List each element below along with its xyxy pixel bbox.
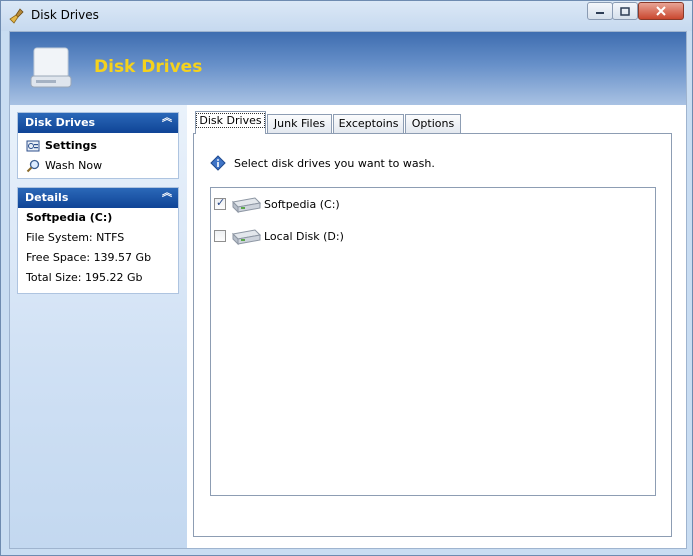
client-area: Disk Drives Disk Drives ︽ Settings Wash … (9, 31, 687, 549)
broom-icon (9, 8, 24, 24)
banner-title: Disk Drives (94, 57, 203, 77)
tab-exceptions-label: Exceptoins (338, 117, 399, 130)
hard-disk-icon (30, 47, 72, 88)
detail-drive-name: Softpedia (C:) (26, 211, 113, 224)
hard-drive-icon (231, 229, 261, 246)
maximize-button[interactable] (612, 2, 638, 20)
wash-now-label: Wash Now (45, 159, 103, 172)
content-body: Disk Drives ︽ Settings Wash Now Details … (10, 105, 686, 548)
info-icon (210, 155, 226, 171)
drive-item[interactable]: Local Disk (D:) (214, 225, 344, 247)
details-panel: Details ︽ Softpedia (C:) File System: NT… (17, 187, 179, 294)
tasks-panel-header[interactable]: Disk Drives ︽ (18, 113, 178, 133)
tab-exceptions[interactable]: Exceptoins (333, 114, 404, 133)
wash-now-link[interactable]: Wash Now (18, 156, 178, 176)
collapse-chevron-icon[interactable]: ︽ (162, 114, 172, 124)
settings-link[interactable]: Settings (18, 136, 178, 156)
detail-total-size: Total Size: 195.22 Gb (26, 271, 143, 284)
details-panel-title: Details (25, 191, 69, 204)
instruction-text: Select disk drives you want to wash. (234, 156, 435, 170)
right-pane: Disk Drives Junk Files Exceptoins Option… (193, 111, 681, 543)
tab-junk-files[interactable]: Junk Files (267, 114, 332, 133)
tab-junk-files-label: Junk Files (273, 117, 326, 130)
window-title: Disk Drives (31, 8, 99, 22)
tasks-panel-title: Disk Drives (25, 116, 96, 129)
disk-drives-tab-page: Select disk drives you want to wash. ✓ S… (193, 133, 672, 537)
maximize-icon (620, 6, 630, 16)
header-banner: Disk Drives (10, 32, 686, 105)
detail-free-space: Free Space: 139.57 Gb (26, 251, 152, 264)
drive-item[interactable]: ✓ Softpedia (C:) (214, 193, 340, 215)
tab-options[interactable]: Options (405, 114, 461, 133)
close-icon (656, 6, 666, 16)
tab-disk-drives[interactable]: Disk Drives (195, 111, 266, 134)
settings-label: Settings (45, 139, 97, 152)
drive-label: Softpedia (C:) (264, 197, 340, 211)
left-task-pane: Disk Drives ︽ Settings Wash Now Details … (10, 105, 187, 548)
magnifier-icon (26, 159, 40, 173)
drive-label: Local Disk (D:) (264, 229, 344, 243)
collapse-chevron-icon[interactable]: ︽ (162, 189, 172, 199)
close-button[interactable] (638, 2, 684, 20)
title-bar[interactable]: Disk Drives (1, 1, 692, 31)
settings-icon (26, 140, 40, 152)
minimize-icon (596, 12, 604, 14)
app-window: Disk Drives Disk Drives Disk Drives ︽ Se… (0, 0, 693, 556)
instruction-row: Select disk drives you want to wash. (210, 155, 435, 171)
minimize-button[interactable] (587, 2, 613, 20)
tasks-panel: Disk Drives ︽ Settings Wash Now (17, 112, 179, 179)
detail-file-system: File System: NTFS (26, 231, 125, 244)
drive-checkbox[interactable] (214, 230, 226, 242)
tab-options-label: Options (411, 117, 455, 130)
hard-drive-icon (231, 197, 261, 214)
check-icon: ✓ (216, 196, 226, 209)
drive-list[interactable]: ✓ Softpedia (C:) Local Disk (D:) (210, 187, 656, 496)
details-panel-header[interactable]: Details ︽ (18, 188, 178, 208)
tab-disk-drives-label: Disk Drives (196, 113, 265, 128)
drive-checkbox[interactable]: ✓ (214, 196, 226, 210)
